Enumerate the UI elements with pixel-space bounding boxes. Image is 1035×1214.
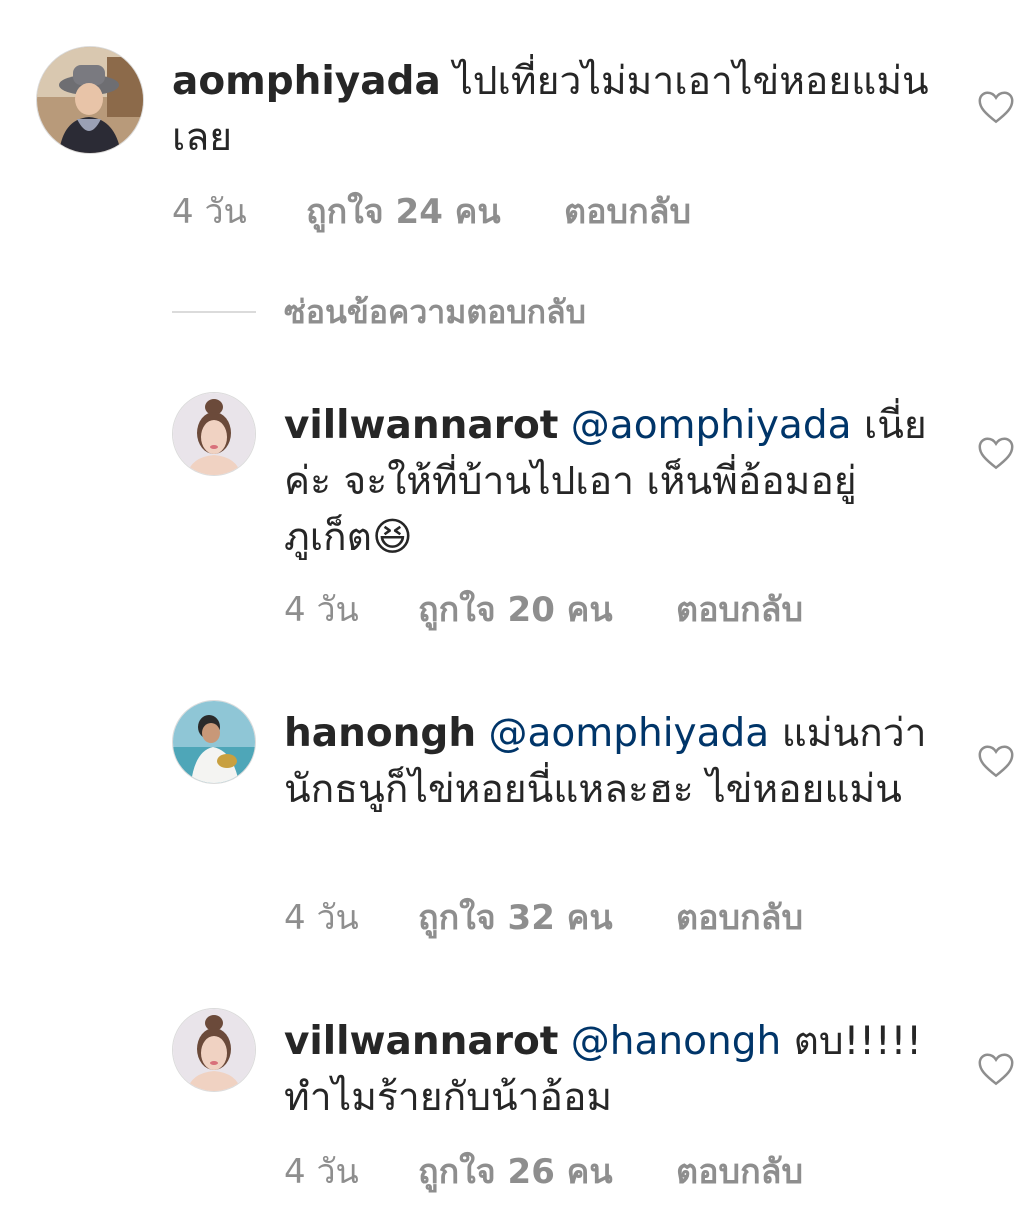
comment-likes[interactable]: ถูกใจ 24 คน (306, 184, 564, 238)
heart-outline-icon[interactable] (977, 436, 1015, 470)
comment-time[interactable]: 4 วัน (284, 582, 418, 636)
reply-button[interactable]: ตอบกลับ (676, 1144, 803, 1198)
heart-outline-icon[interactable] (977, 744, 1015, 778)
comment-username[interactable]: aomphiyada (172, 59, 441, 104)
comment-likes[interactable]: ถูกใจ 32 คน (418, 890, 676, 944)
reply-button[interactable]: ตอบกลับ (564, 184, 691, 238)
mention-link[interactable]: @aomphiyada (571, 403, 852, 448)
comment-meta: 4 วัน ถูกใจ 26 คน ตอบกลับ (284, 1144, 803, 1198)
comment-text: villwannarot @hanongh ตบ!!!!! ทำไมร้ายกั… (284, 1014, 934, 1126)
comment-meta: 4 วัน ถูกใจ 24 คน ตอบกลับ (172, 184, 691, 238)
comment-time[interactable]: 4 วัน (284, 890, 418, 944)
mention-link[interactable]: @hanongh (571, 1019, 781, 1064)
profile-photo-portrait-icon (173, 1009, 255, 1091)
comment-likes[interactable]: ถูกใจ 20 คน (418, 582, 676, 636)
hide-replies-button[interactable]: ซ่อนข้อความตอบกลับ (172, 292, 586, 332)
comment-username[interactable]: hanongh (284, 711, 476, 756)
avatar[interactable] (172, 392, 256, 476)
hide-replies-label: ซ่อนข้อความตอบกลับ (284, 292, 586, 331)
reply-button[interactable]: ตอบกลับ (676, 582, 803, 636)
heart-outline-icon[interactable] (977, 90, 1015, 124)
avatar[interactable] (172, 700, 256, 784)
reply-button[interactable]: ตอบกลับ (676, 890, 803, 944)
comment-meta: 4 วัน ถูกใจ 32 คน ตอบกลับ (284, 890, 803, 944)
comment-text: villwannarot @aomphiyada เนี่ยค่ะ จะให้ท… (284, 398, 934, 566)
profile-photo-beach-icon (173, 701, 255, 783)
comment-username[interactable]: villwannarot (284, 1019, 558, 1064)
profile-photo-portrait-icon (173, 393, 255, 475)
heart-outline-icon[interactable] (977, 1052, 1015, 1086)
mention-link[interactable]: @aomphiyada (489, 711, 770, 756)
comment-meta: 4 วัน ถูกใจ 20 คน ตอบกลับ (284, 582, 803, 636)
comment-username[interactable]: villwannarot (284, 403, 558, 448)
divider-line (172, 311, 256, 313)
profile-photo-hat-icon (37, 47, 143, 153)
avatar[interactable] (36, 46, 144, 154)
comment-time[interactable]: 4 วัน (284, 1144, 418, 1198)
comment-text: aomphiyada ไปเที่ยวไม่มาเอาไข่หอยแม่นเลย (172, 54, 932, 166)
comment-text: hanongh @aomphiyada แม่นกว่า นักธนูก็ไข่… (284, 706, 934, 818)
comment-likes[interactable]: ถูกใจ 26 คน (418, 1144, 676, 1198)
avatar[interactable] (172, 1008, 256, 1092)
comment-time[interactable]: 4 วัน (172, 184, 306, 238)
